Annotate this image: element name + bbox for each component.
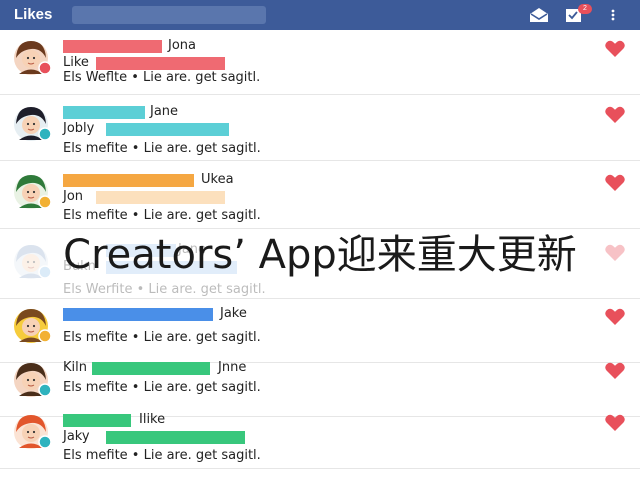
name-highlight-bar <box>63 40 162 53</box>
name-highlight-bar <box>63 308 213 321</box>
name-highlight-bar <box>63 106 145 119</box>
search-input[interactable] <box>72 6 266 24</box>
more-icon[interactable] <box>604 5 626 25</box>
user-name[interactable]: Jnne <box>218 360 246 375</box>
user-name[interactable]: Ilike <box>139 412 165 427</box>
notification-icon[interactable]: 2 <box>564 4 592 25</box>
avatar <box>11 172 55 212</box>
list-item[interactable]: Jona Like Els Weflte • Lie are. get sagitl… <box>0 32 640 95</box>
heart-icon[interactable] <box>604 361 626 381</box>
activity-caption: Els mefite • Lie are. get sagitl. <box>63 380 261 395</box>
activity-caption: Els mefite • Lie are. get sagitl. <box>63 208 261 223</box>
heart-icon[interactable] <box>604 413 626 433</box>
avatar <box>11 360 55 400</box>
activity-caption: Els mefite • Lie are. get sagitl. <box>63 141 261 156</box>
notification-badge: 2 <box>578 4 592 14</box>
page-title: Likes <box>14 6 53 23</box>
user-name[interactable]: Jake <box>220 306 247 321</box>
heart-icon[interactable] <box>604 173 626 193</box>
mail-icon[interactable] <box>528 5 550 25</box>
avatar <box>11 38 55 78</box>
action-highlight-bar <box>106 123 229 136</box>
app-header: Likes 2 <box>0 0 640 30</box>
heart-icon[interactable] <box>604 105 626 125</box>
activity-caption: Els mefite • Lie are. get sagitl. <box>63 448 261 463</box>
name-highlight-bar <box>63 414 131 427</box>
list-item[interactable]: Ilike Jaky Els mefite • Lie are. get sagit… <box>0 406 640 469</box>
action-highlight-bar <box>96 57 225 70</box>
avatar <box>11 306 55 346</box>
action-label: Jobly <box>63 121 95 136</box>
action-highlight-bar <box>92 362 210 375</box>
headline-overlay: Creators’ App迎来重大更新 <box>63 232 577 278</box>
action-label: Jon <box>63 189 84 204</box>
list-item[interactable]: Ukea Jon Els mefite • Lie are. get sagitl. <box>0 166 640 229</box>
action-label: Kiln <box>63 360 87 375</box>
avatar <box>11 412 55 452</box>
heart-icon[interactable] <box>604 307 626 327</box>
action-label: Like <box>63 55 89 70</box>
list-item[interactable]: Jane Jobly Els mefite • Lie are. get sagit… <box>0 98 640 161</box>
avatar <box>11 104 55 144</box>
activity-caption: Els mefite • Lie are. get sagitl. <box>63 330 261 345</box>
action-highlight-bar <box>96 191 225 204</box>
name-highlight-bar <box>63 174 194 187</box>
heart-icon[interactable] <box>604 39 626 59</box>
activity-caption: Els Werfite • Lie are. get sagitl. <box>63 282 266 297</box>
user-name[interactable]: Jona <box>168 38 196 53</box>
action-highlight-bar <box>106 431 245 444</box>
user-name[interactable]: Jane <box>150 104 178 119</box>
action-label: Jaky <box>63 429 90 444</box>
user-name[interactable]: Ukea <box>201 172 234 187</box>
activity-caption: Els Weflte • Lie are. get sagitl. <box>63 70 261 85</box>
